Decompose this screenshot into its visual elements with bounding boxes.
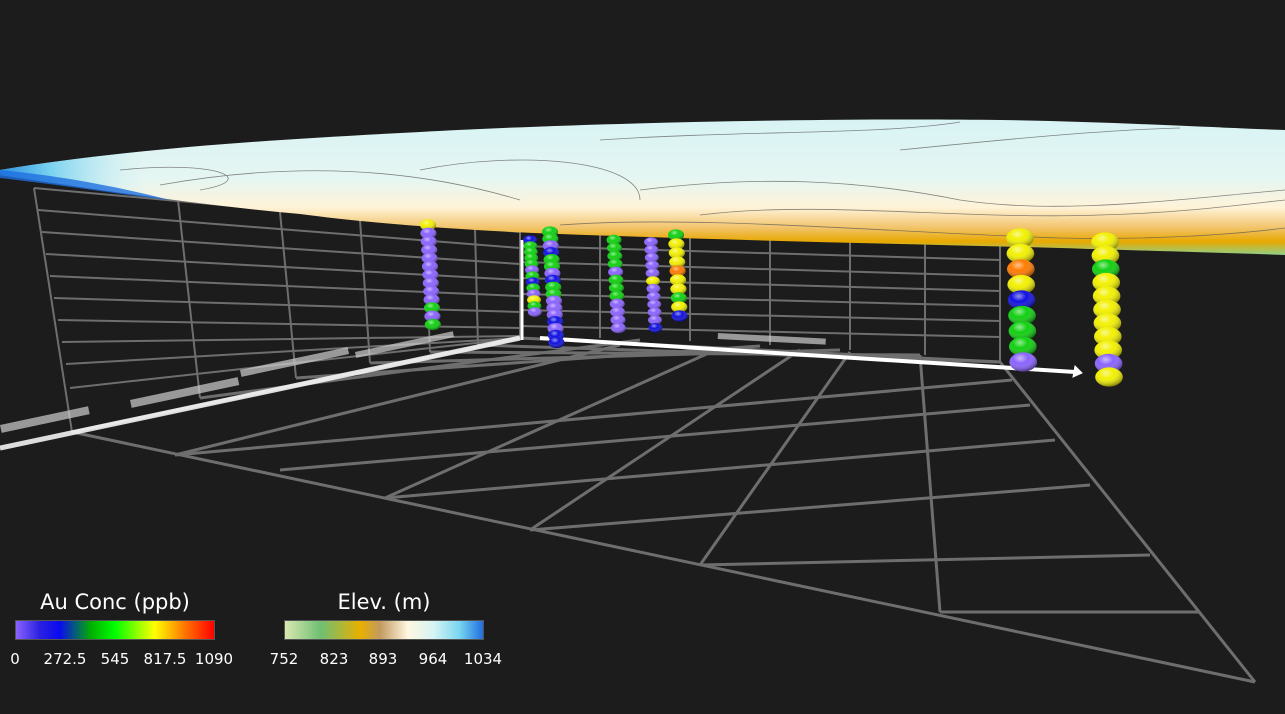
au-tick-label: 817.5	[143, 650, 187, 668]
drillhole[interactable]	[644, 237, 663, 333]
sample-shading	[671, 310, 688, 322]
elev-color-bar	[284, 620, 484, 640]
drillhole[interactable]	[419, 219, 441, 331]
elev-legend-title: Elev. (m)	[337, 590, 431, 614]
drillhole[interactable]	[1091, 232, 1123, 387]
elev-tick-label: 893	[368, 650, 398, 668]
axes	[0, 240, 1083, 451]
floor-grid	[71, 336, 1257, 684]
au-tick-label: 1090	[194, 650, 234, 668]
sample-shading	[648, 323, 663, 333]
sample-shading	[610, 322, 626, 334]
sample-shading	[424, 319, 441, 331]
sample-shading	[1009, 352, 1037, 372]
au-tick-label: 0	[10, 650, 20, 668]
drillhole[interactable]	[667, 229, 688, 322]
au-legend-title: Au Conc (ppb)	[40, 590, 190, 614]
elev-tick-label: 752	[269, 650, 299, 668]
elev-tick-label: 823	[319, 650, 349, 668]
terrain-surface	[0, 119, 1285, 255]
sample-shading	[548, 336, 565, 348]
au-tick-label: 545	[100, 650, 130, 668]
elev-tick-label: 964	[418, 650, 448, 668]
elev-tick-label: 1034	[463, 650, 503, 668]
au-color-bar	[15, 620, 215, 640]
drillhole[interactable]	[1006, 228, 1037, 372]
sample-shading	[1095, 367, 1123, 387]
drillhole[interactable]	[541, 226, 565, 348]
au-tick-label: 272.5	[43, 650, 87, 668]
sample-shading	[527, 307, 542, 317]
